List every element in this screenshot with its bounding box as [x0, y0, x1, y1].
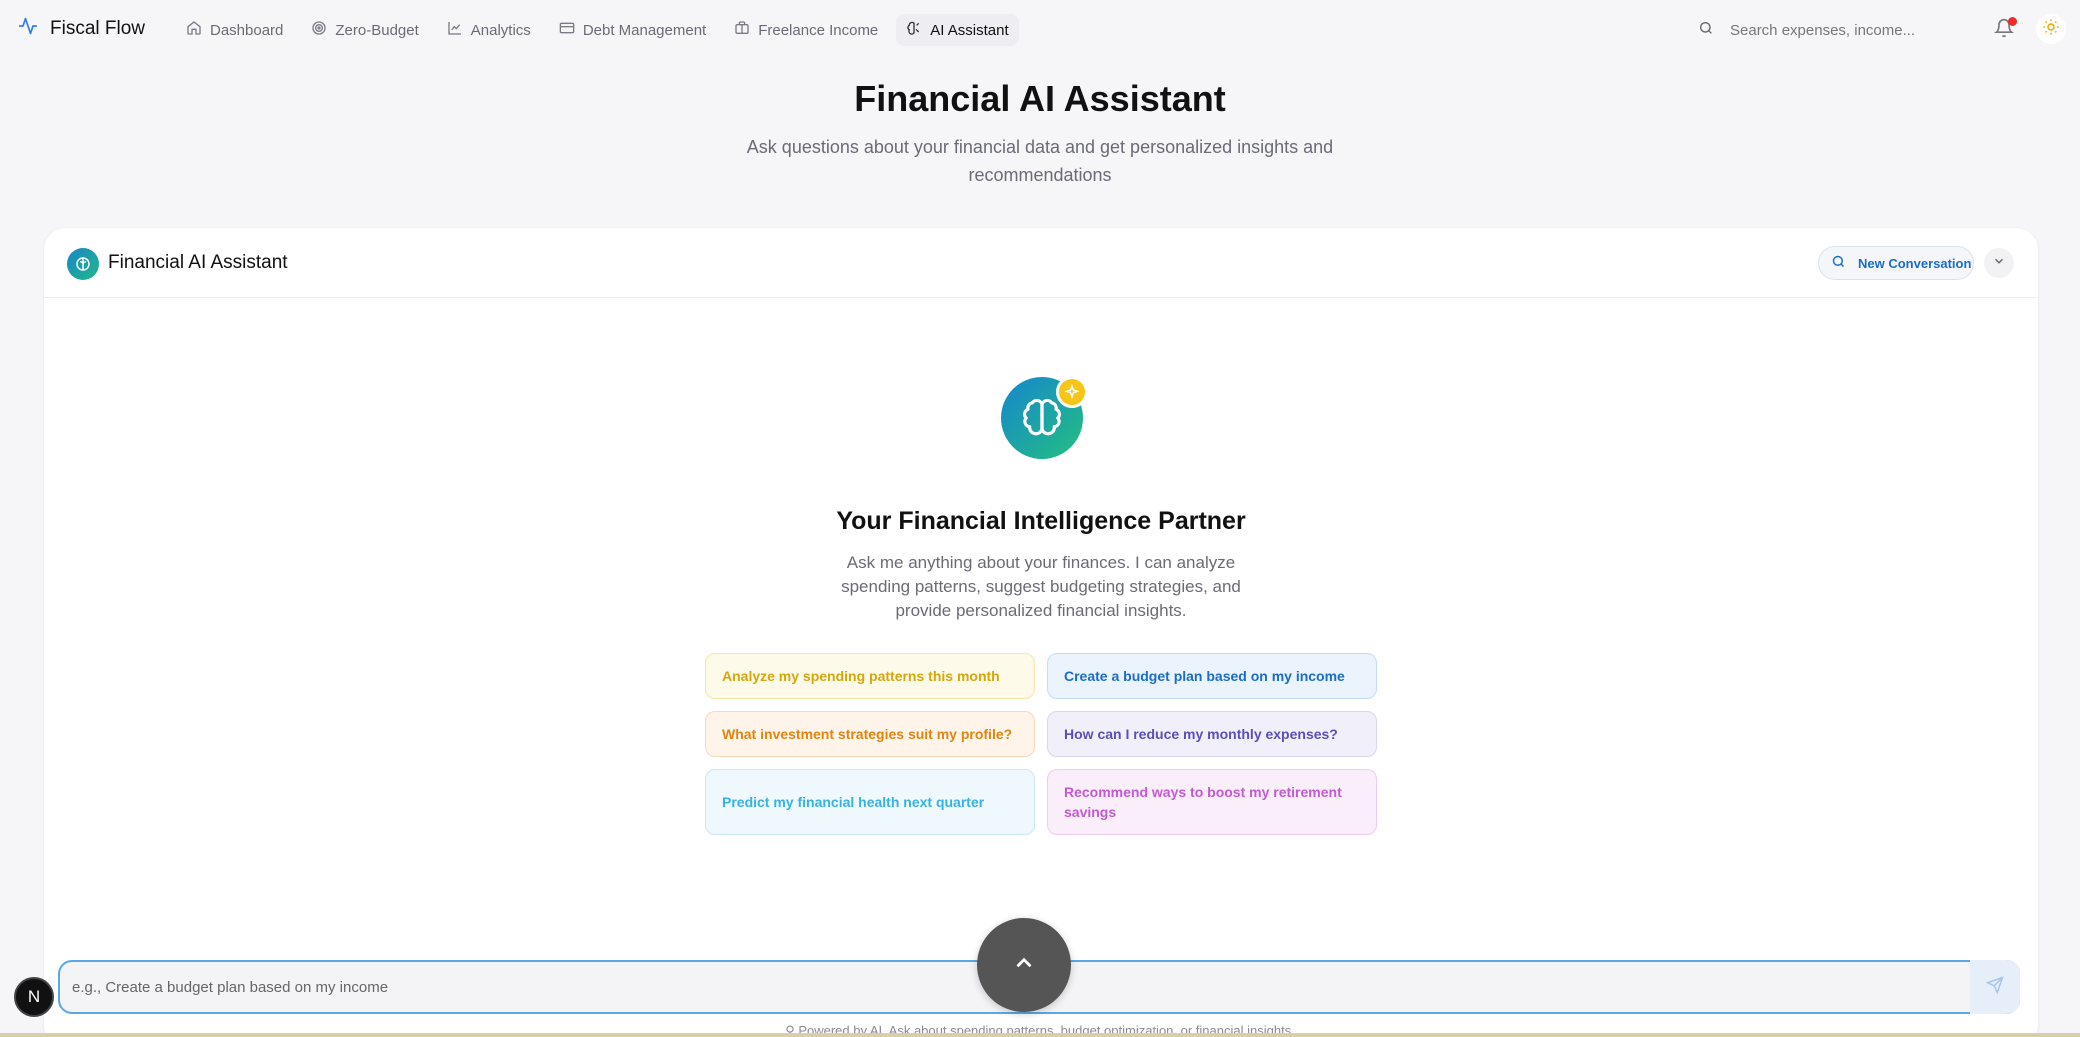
new-conversation-label: New Conversation — [1858, 255, 1972, 271]
search-icon — [1698, 20, 1714, 41]
brand-name: Fiscal Flow — [50, 17, 146, 39]
chat-card: Financial AI Assistant New Conversation … — [44, 228, 2038, 1037]
top-navigation-bar: Fiscal Flow Dashboard Zero-Budget Analyt… — [0, 0, 2080, 60]
brand[interactable]: Fiscal Flow — [18, 16, 145, 41]
nav-item-label: AI Assistant — [930, 21, 1009, 39]
target-icon — [311, 20, 327, 40]
chat-card-title: Financial AI Assistant — [108, 252, 288, 273]
nav-item-label: Dashboard — [210, 21, 284, 39]
search-input[interactable] — [1730, 21, 1950, 39]
send-button[interactable] — [1970, 960, 2020, 1014]
sun-icon — [2042, 18, 2060, 41]
nav-item-analytics[interactable]: Analytics — [437, 14, 541, 46]
send-icon — [1985, 975, 2004, 999]
page-title: Financial AI Assistant — [854, 78, 1226, 119]
search-box[interactable] — [1688, 12, 1970, 48]
suggestion-button[interactable]: Analyze my spending patterns this month — [705, 653, 1035, 699]
nav-item-label: Zero-Budget — [335, 21, 419, 39]
sparkle-icon — [1056, 376, 1088, 408]
notification-dot — [2008, 17, 2017, 26]
theme-toggle-button[interactable] — [2036, 14, 2066, 44]
main-nav: Dashboard Zero-Budget Analytics Debt Man… — [176, 14, 1019, 46]
dev-tools-badge[interactable]: N — [14, 977, 54, 1017]
hero-title: Your Financial Intelligence Partner — [836, 507, 1246, 535]
nav-item-zero-budget[interactable]: Zero-Budget — [301, 14, 428, 46]
nav-item-label: Freelance Income — [758, 21, 879, 39]
nav-item-label: Debt Management — [582, 21, 707, 39]
suggestion-button[interactable]: Create a budget plan based on my income — [1047, 653, 1377, 699]
nav-item-ai-assistant[interactable]: AI Assistant — [896, 14, 1019, 46]
collapse-button[interactable] — [1984, 248, 2014, 278]
chevron-down-icon — [1992, 254, 2006, 273]
brain-icon — [67, 248, 99, 280]
credit-card-icon — [559, 20, 575, 40]
suggestion-button[interactable]: How can I reduce my monthly expenses? — [1047, 711, 1377, 757]
search-icon — [1831, 254, 1846, 272]
suggestion-button[interactable]: Recommend ways to boost my retirement sa… — [1047, 769, 1377, 835]
chevron-up-icon — [1011, 950, 1037, 981]
home-icon — [186, 20, 202, 40]
suggestion-button[interactable]: Predict my financial health next quarter — [705, 769, 1035, 835]
briefcase-icon — [734, 20, 750, 40]
nav-item-freelance-income[interactable]: Freelance Income — [724, 14, 888, 46]
suggestion-button[interactable]: What investment strategies suit my profi… — [705, 711, 1035, 757]
chat-card-header: Financial AI Assistant New Conversation — [44, 228, 2038, 298]
message-input[interactable] — [72, 978, 1872, 996]
line-chart-icon — [447, 20, 463, 40]
page-subtitle: Ask questions about your financial data … — [746, 137, 1334, 185]
scroll-to-top-button[interactable] — [977, 918, 1071, 1012]
bottom-divider — [0, 1033, 2080, 1037]
hero-description: Ask me anything about your finances. I c… — [841, 553, 1241, 620]
activity-icon — [18, 16, 38, 41]
nav-item-dashboard[interactable]: Dashboard — [176, 14, 293, 46]
nav-item-label: Analytics — [470, 21, 531, 39]
new-conversation-button[interactable]: New Conversation — [1818, 246, 1974, 280]
nav-item-debt-management[interactable]: Debt Management — [549, 14, 716, 46]
brain-icon — [906, 20, 922, 40]
